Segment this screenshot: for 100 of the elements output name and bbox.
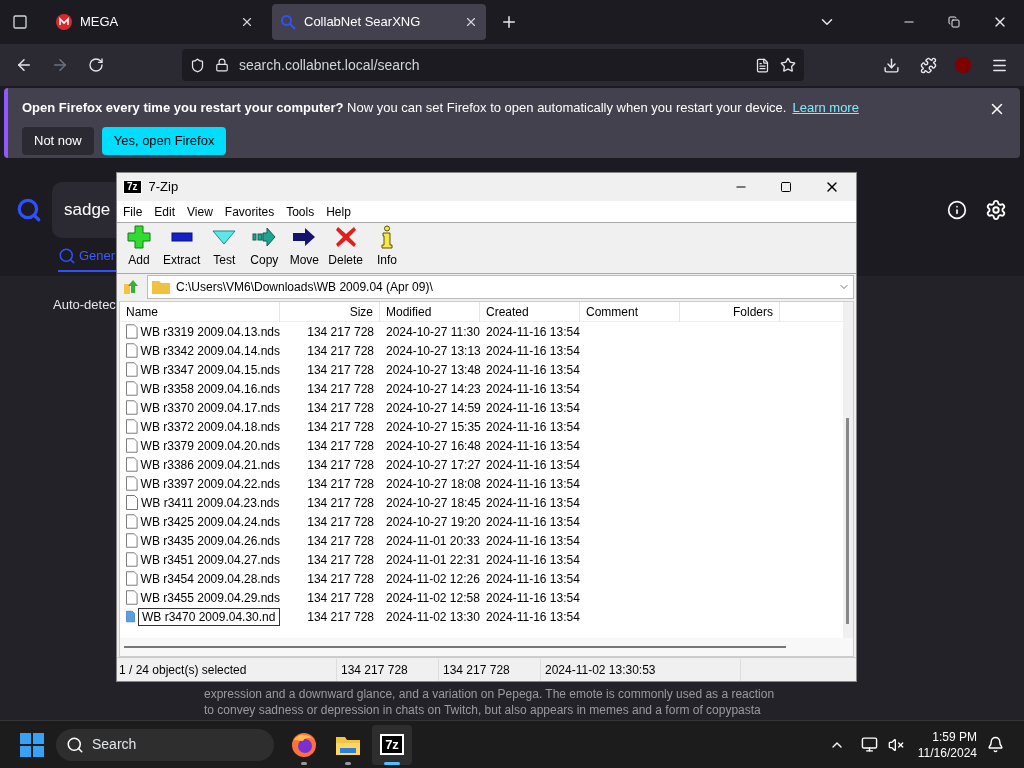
toolbar-button[interactable]: Move — [288, 225, 321, 269]
file-name[interactable]: WB r3379 2009.04.20.nds — [140, 436, 280, 455]
search-field[interactable]: sadge — [52, 182, 116, 238]
column-header[interactable]: Size — [280, 301, 380, 322]
table-cell-text: 2024-10-27 19:20 — [385, 513, 480, 531]
search-field[interactable]: Search — [56, 728, 274, 761]
chevron-icon — [212, 229, 237, 245]
app-logo: 7z — [124, 181, 141, 193]
minus-icon — [169, 231, 194, 243]
table-cell-text: 2024-10-27 16:48 — [385, 437, 480, 455]
table-cell-text: 2024-11-16 13:54 — [485, 532, 580, 550]
table-cell-text: 2024-11-16 13:54 — [485, 437, 580, 455]
menu-item[interactable]: View — [187, 202, 213, 221]
tab-list-icon[interactable] — [12, 14, 28, 30]
file-name[interactable]: WB r3397 2009.04.22.nds — [140, 474, 280, 493]
file-name[interactable]: WB r3319 2009.04.13.nds — [140, 322, 280, 341]
table-cell-text: 134 217 728 — [306, 589, 375, 607]
settings-icon[interactable] — [985, 199, 1007, 221]
file-name[interactable]: WB r3435 2009.04.26.nds — [140, 531, 280, 550]
menu-item[interactable]: Tools — [286, 202, 315, 221]
toolbar-button[interactable]: Delete — [328, 225, 364, 269]
table-cell-text: 134 217 728 — [306, 361, 375, 379]
new-tab-icon[interactable] — [500, 13, 518, 31]
clock-date[interactable]: 11/16/2024 — [917, 744, 977, 761]
menu-item[interactable]: Favorites — [224, 202, 275, 221]
info-icon[interactable] — [947, 200, 967, 220]
file-name[interactable]: WB r3342 2009.04.14.nds — [140, 341, 280, 360]
menu-item[interactable]: Help — [326, 202, 351, 221]
maximize-icon[interactable] — [780, 181, 792, 193]
shield-icon[interactable] — [190, 57, 205, 73]
volume-icon[interactable] — [887, 736, 904, 753]
lock-icon[interactable] — [215, 58, 229, 72]
file-name[interactable]: WB r3455 2009.04.29.nds — [140, 588, 280, 607]
search-icon[interactable] — [58, 247, 76, 265]
table-cell-text: 134 217 728 — [306, 551, 375, 569]
notice-text: Auto-detec — [53, 296, 116, 314]
table-cell-text: 134 217 728 — [306, 494, 375, 512]
menu-item[interactable]: File — [123, 202, 143, 221]
column-header[interactable]: Name — [120, 301, 280, 322]
table-cell-text: 134 217 728 — [306, 380, 375, 398]
close-icon[interactable] — [240, 15, 254, 29]
bookmark-icon[interactable] — [780, 57, 796, 73]
vertical-scrollbar[interactable] — [843, 302, 853, 638]
toolbar-button[interactable]: Test — [208, 225, 241, 269]
file-name[interactable]: WB r3370 2009.04.17.nds — [140, 398, 280, 417]
clock-time[interactable]: 1:59 PM — [932, 728, 977, 745]
column-header[interactable]: Folders — [680, 301, 780, 322]
notification-button[interactable]: Yes, open Firefox — [101, 126, 227, 155]
back-icon[interactable] — [15, 56, 33, 74]
download-icon[interactable] — [883, 56, 900, 74]
status-text: 2024-11-02 13:30:53 — [541, 658, 741, 681]
table-cell-text: 2024-11-16 13:54 — [485, 475, 580, 493]
file-name[interactable]: WB r3358 2009.04.16.nds — [140, 379, 280, 398]
taskbar-app[interactable]: 7z — [372, 724, 412, 765]
reader-icon[interactable] — [755, 57, 770, 73]
table-cell-text: 2024-11-16 13:54 — [485, 380, 580, 398]
table-cell-text: 2024-11-16 13:54 — [485, 399, 580, 417]
folder-icon — [152, 279, 170, 294]
menu-item[interactable]: Edit — [154, 202, 176, 221]
archiver-icon[interactable]: 7z — [380, 734, 404, 755]
toolbar-button[interactable]: Extract — [163, 225, 201, 269]
learn-more-link[interactable]: Learn more — [792, 98, 859, 118]
forward-icon[interactable] — [51, 56, 69, 74]
close-icon[interactable] — [464, 15, 478, 29]
table-cell-text: 134 217 728 — [306, 418, 375, 436]
network-icon[interactable] — [860, 736, 878, 753]
file-name[interactable]: WB r3454 2009.04.28.nds — [140, 569, 280, 588]
notification-button[interactable]: Not now — [22, 126, 94, 155]
path-field[interactable]: C:\Users\VM6\Downloads\WB 2009.04 (Apr 09)\ — [147, 274, 854, 299]
table-cell-text: 134 217 728 — [306, 342, 375, 360]
table-cell-text: 2024-11-16 13:54 — [485, 342, 580, 360]
file-name[interactable]: WB r3347 2009.04.15.nds — [140, 360, 280, 379]
table-cell-text: 2024-11-16 13:54 — [485, 418, 580, 436]
restore-icon[interactable] — [948, 16, 960, 28]
plus-icon — [127, 225, 151, 249]
reload-icon[interactable] — [88, 57, 104, 73]
address-bar[interactable]: search.collabnet.local/search — [182, 49, 804, 81]
browser-tab[interactable]: CollabNet SearXNG — [272, 4, 486, 40]
horizontal-scrollbar[interactable] — [120, 638, 853, 656]
browser-tab[interactable]: MEGA — [48, 4, 262, 40]
file-name[interactable]: WB r3411 2009.04.23.nds — [141, 493, 280, 512]
column-header[interactable]: Modified — [380, 301, 480, 322]
tab-title: MEGA — [80, 13, 120, 32]
rename-field[interactable]: WB r3470 2009.04.30.nd — [138, 607, 280, 626]
column-header[interactable]: Comment — [580, 301, 680, 322]
toolbar-button[interactable]: Info — [371, 225, 404, 269]
browser-icon[interactable] — [291, 731, 317, 758]
start-icon[interactable] — [20, 732, 44, 757]
file-name[interactable]: WB r3386 2009.04.21.nds — [140, 455, 280, 474]
search-icon[interactable] — [16, 197, 42, 223]
toolbar-button[interactable]: Add — [123, 225, 155, 269]
column-header[interactable]: Created — [480, 301, 580, 322]
table-cell-text: 2024-11-16 13:54 — [485, 456, 580, 474]
file-name[interactable]: WB r3425 2009.04.24.nds — [140, 512, 280, 531]
file-name[interactable]: WB r3372 2009.04.18.nds — [140, 417, 280, 436]
toolbar-button[interactable]: Copy — [248, 225, 281, 269]
extensions-icon[interactable] — [920, 56, 937, 74]
table-cell-text: 2024-10-27 13:48 — [385, 361, 480, 379]
file-name[interactable]: WB r3451 2009.04.27.nds — [140, 550, 280, 569]
notification-icon[interactable] — [987, 736, 1004, 753]
